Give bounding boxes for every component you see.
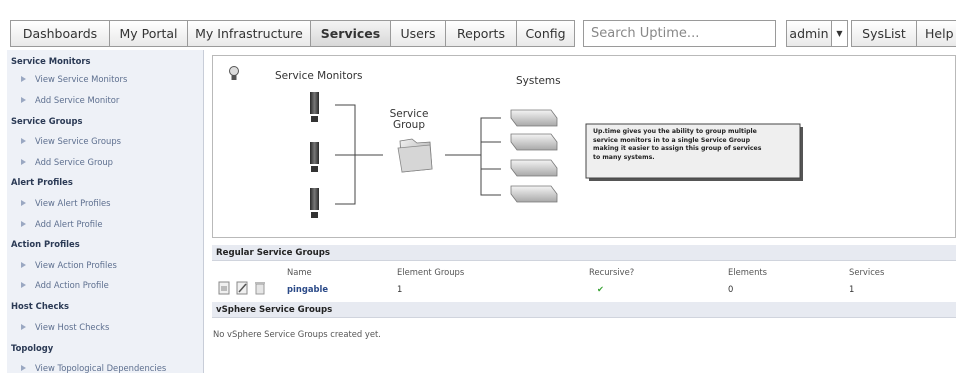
service-group-label: Service Group bbox=[389, 108, 429, 131]
service-monitors-label: Service Monitors bbox=[275, 70, 363, 82]
search-input[interactable]: Search Uptime... bbox=[583, 20, 776, 47]
check-icon: ✔ bbox=[597, 284, 605, 294]
vsphere-empty-message: No vSphere Service Groups created yet. bbox=[213, 329, 381, 339]
tab-my-portal[interactable]: My Portal bbox=[109, 20, 188, 47]
lightbulb-icon bbox=[229, 66, 239, 80]
server-icon bbox=[510, 159, 558, 177]
service-monitor-icon bbox=[310, 142, 319, 172]
arrow-right-icon bbox=[21, 76, 26, 82]
tab-config[interactable]: Config bbox=[516, 20, 575, 47]
sidebar-item-add-action-profile[interactable]: Add Action Profile bbox=[21, 280, 109, 290]
arrow-right-icon bbox=[21, 221, 26, 227]
sidebar-heading-service-monitors: Service Monitors bbox=[11, 56, 91, 66]
arrow-right-icon bbox=[21, 365, 26, 371]
sidebar-item-view-action-profiles[interactable]: View Action Profiles bbox=[21, 260, 117, 270]
tab-users[interactable]: Users bbox=[390, 20, 446, 47]
arrow-right-icon bbox=[21, 159, 26, 165]
service-groups-diagram: Service Monitors Systems Service Group U… bbox=[212, 55, 956, 238]
help-button[interactable]: Help bbox=[916, 20, 956, 47]
vsphere-service-groups-header: vSphere Service Groups bbox=[212, 302, 956, 318]
tab-services[interactable]: Services bbox=[310, 20, 391, 47]
folder-icon bbox=[397, 138, 433, 173]
service-monitor-icon bbox=[310, 188, 319, 218]
sidebar-item-view-service-groups[interactable]: View Service Groups bbox=[21, 136, 121, 146]
column-name[interactable]: Name bbox=[287, 267, 312, 277]
sidebar: Service Monitors View Service Monitors A… bbox=[7, 50, 204, 373]
callout-text: Up.time gives you the ability to group m… bbox=[593, 128, 762, 161]
arrow-right-icon bbox=[21, 138, 26, 144]
delete-icon[interactable] bbox=[254, 281, 266, 295]
column-services[interactable]: Services bbox=[849, 267, 884, 277]
group-name-link[interactable]: pingable bbox=[287, 284, 328, 294]
arrow-right-icon bbox=[21, 200, 26, 206]
regular-service-groups-header: Regular Service Groups bbox=[212, 245, 956, 261]
sidebar-item-add-service-monitor[interactable]: Add Service Monitor bbox=[21, 95, 119, 105]
sidebar-item-add-alert-profile[interactable]: Add Alert Profile bbox=[21, 219, 103, 229]
tab-reports[interactable]: Reports bbox=[445, 20, 517, 47]
sidebar-item-view-alert-profiles[interactable]: View Alert Profiles bbox=[21, 198, 111, 208]
diagram-graphic bbox=[229, 66, 803, 218]
sidebar-item-add-service-group[interactable]: Add Service Group bbox=[21, 157, 113, 167]
syslist-button[interactable]: SysList bbox=[851, 20, 917, 47]
view-icon[interactable] bbox=[218, 281, 230, 295]
service-monitor-icon bbox=[310, 92, 319, 122]
server-icon bbox=[510, 109, 558, 127]
arrow-right-icon bbox=[21, 97, 26, 103]
sidebar-heading-action-profiles: Action Profiles bbox=[11, 239, 80, 249]
column-elements[interactable]: Elements bbox=[728, 267, 767, 277]
edit-icon[interactable] bbox=[236, 281, 248, 295]
sidebar-heading-service-groups: Service Groups bbox=[11, 116, 83, 126]
services-value: 1 bbox=[849, 284, 855, 294]
column-element-groups[interactable]: Element Groups bbox=[397, 267, 464, 277]
sidebar-item-view-service-monitors[interactable]: View Service Monitors bbox=[21, 74, 127, 84]
element-groups-value: 1 bbox=[397, 284, 403, 294]
sidebar-item-view-host-checks[interactable]: View Host Checks bbox=[21, 322, 109, 332]
arrow-right-icon bbox=[21, 262, 26, 268]
sidebar-item-view-topological-dependencies[interactable]: View Topological Dependencies bbox=[21, 363, 166, 373]
sidebar-heading-alert-profiles: Alert Profiles bbox=[11, 177, 73, 187]
top-navigation: Dashboards My Portal My Infrastructure S… bbox=[0, 0, 956, 48]
user-menu-button[interactable]: admin bbox=[786, 20, 832, 47]
column-recursive[interactable]: Recursive? bbox=[589, 267, 634, 277]
server-icon bbox=[510, 133, 558, 151]
arrow-right-icon bbox=[21, 282, 26, 288]
tab-my-infrastructure[interactable]: My Infrastructure bbox=[187, 20, 311, 47]
sidebar-heading-topology: Topology bbox=[11, 343, 54, 353]
arrow-right-icon bbox=[21, 324, 26, 330]
elements-value: 0 bbox=[728, 284, 734, 294]
systems-label: Systems bbox=[516, 75, 561, 87]
chevron-down-icon[interactable]: ▼ bbox=[831, 20, 848, 47]
tab-dashboards[interactable]: Dashboards bbox=[10, 20, 110, 47]
sidebar-heading-host-checks: Host Checks bbox=[11, 301, 69, 311]
server-icon bbox=[510, 185, 558, 203]
